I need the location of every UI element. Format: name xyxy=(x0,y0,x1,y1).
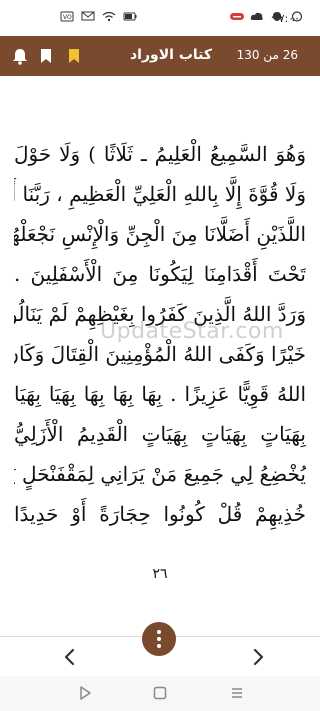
recents-icon xyxy=(80,686,91,700)
status-time: ٧:٠٠ xyxy=(278,12,300,25)
cloud-icon xyxy=(250,12,263,20)
page-indicator: 26 من 130 xyxy=(236,48,298,62)
bookmark-icon xyxy=(41,49,51,63)
text-line: بِهَيَاتٍ بِهَيَاتٍ بِهَيَاتٍ الْقَدِيمُ… xyxy=(14,422,306,446)
home-icon xyxy=(153,686,167,700)
app-toolbar: كتاب الاوراد 26 من 130 xyxy=(0,36,320,76)
text-line: تَحْتَ أَقْدَامِنَا لِيَكُونَا مِنَ الْأ… xyxy=(14,262,306,286)
text-line: اللَّذَيْنِ أَضَلَّانَا مِنَ الْجِنِّ وَ… xyxy=(14,222,306,246)
record-icon xyxy=(230,13,244,20)
message-icon xyxy=(81,11,95,21)
book-title: كتاب الاوراد xyxy=(130,47,213,63)
sim-icon: VO xyxy=(60,11,74,22)
previous-page-button[interactable] xyxy=(58,645,82,669)
battery-icon xyxy=(123,12,137,21)
text-line: وَلَا قُوَّةَ إِلَّا بِاللهِ الْعَلِيِّ … xyxy=(14,182,306,206)
watermark: UpdateStar.com xyxy=(100,319,284,344)
system-navigation-bar xyxy=(0,676,320,711)
status-icons-left: VO xyxy=(60,11,137,22)
status-bar: VO ٧:٠٠ xyxy=(0,0,320,36)
back-button[interactable] xyxy=(228,684,246,702)
wifi-icon xyxy=(102,11,116,22)
add-bookmark-button[interactable] xyxy=(64,46,84,66)
chevron-right-icon xyxy=(253,648,264,666)
menu-button[interactable] xyxy=(142,622,176,656)
next-page-button[interactable] xyxy=(246,645,270,669)
bell-icon xyxy=(13,48,27,65)
text-line: يُخْضِعُ لِي جَمِيعَ مَنْ يَرَانِي لِمَق… xyxy=(14,462,306,486)
text-line: اللهُ قَوِيًّا عَزِيزًا . بِهَا بِهَا بِ… xyxy=(14,382,306,406)
bookmark-highlight-icon xyxy=(69,49,79,63)
notifications-button[interactable] xyxy=(10,46,30,66)
text-line: وَهُوَ السَّمِيعُ الْعَلِيمُ ـ ثَلَاثًا … xyxy=(14,142,306,166)
home-button[interactable] xyxy=(151,684,169,702)
svg-text:VO: VO xyxy=(63,14,72,21)
back-icon xyxy=(232,688,242,698)
reading-page: وَهُوَ السَّمِيعُ الْعَلِيمُ ـ ثَلَاثًا … xyxy=(0,76,320,636)
recents-button[interactable] xyxy=(76,684,94,702)
more-vertical-icon xyxy=(157,630,161,634)
bookmarks-button[interactable] xyxy=(36,46,56,66)
text-line: خُذِيهِمْ قُلْ كُونُوا حِجَارَةً أَوْ حَ… xyxy=(14,502,306,526)
page-number: ٢٦ xyxy=(152,566,168,582)
chevron-left-icon xyxy=(64,648,75,666)
